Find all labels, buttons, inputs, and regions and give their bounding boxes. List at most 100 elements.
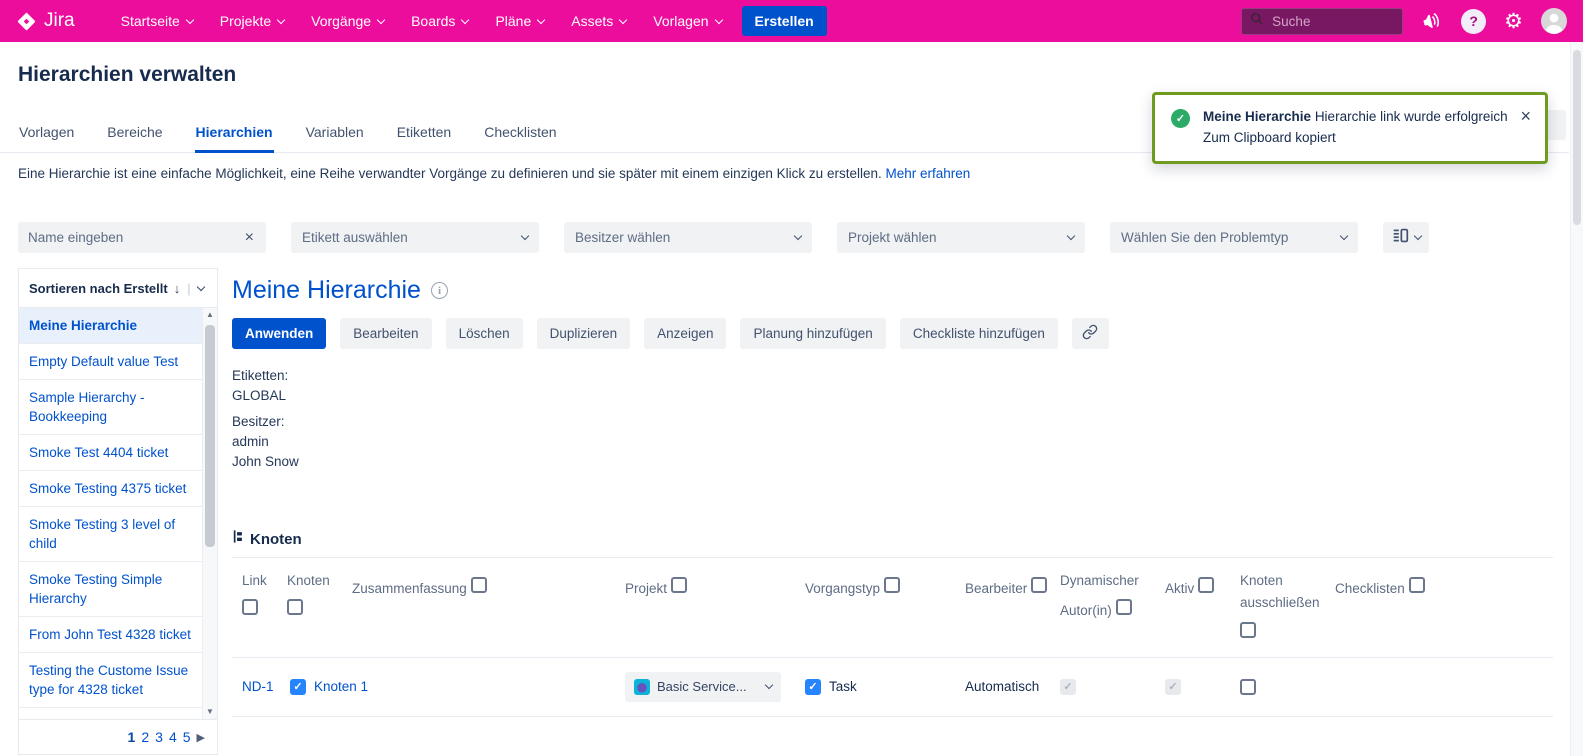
page-number[interactable]: 2 xyxy=(141,729,149,745)
project-dropdown[interactable]: Basic Service... xyxy=(625,672,781,702)
learn-more-link[interactable]: Mehr erfahren xyxy=(886,166,971,181)
nav-search-box[interactable] xyxy=(1241,8,1403,35)
exclude-all-checkbox[interactable] xyxy=(471,577,487,593)
gear-icon[interactable]: ⚙ xyxy=(1504,11,1523,32)
page-number[interactable]: 5 xyxy=(183,729,191,745)
tab[interactable]: Etiketten xyxy=(396,116,452,153)
filter-select[interactable]: Besitzer wählen xyxy=(564,222,812,253)
hierarchy-list-item[interactable]: Empty Default value Test xyxy=(19,344,202,380)
exclude-all-checkbox[interactable] xyxy=(1198,577,1214,593)
action-button[interactable]: Checkliste hinzufügen xyxy=(900,318,1058,349)
clear-icon[interactable]: × xyxy=(243,229,256,247)
project-dropdown-value: Basic Service... xyxy=(657,679,747,694)
scrollbar-thumb[interactable] xyxy=(205,325,215,547)
chevron-down-icon xyxy=(277,15,285,23)
exclude-node-checkbox[interactable] xyxy=(1240,679,1256,695)
info-icon[interactable]: i xyxy=(431,282,448,299)
exclude-all-checkbox[interactable] xyxy=(1116,599,1132,615)
issuetype-cell: ✓ Task xyxy=(805,679,965,695)
announcement-icon[interactable] xyxy=(1421,10,1443,32)
action-button-label: Duplizieren xyxy=(550,326,618,341)
help-icon[interactable]: ? xyxy=(1461,9,1486,34)
page-number-label: 4 xyxy=(169,729,177,745)
filter-select[interactable]: Wählen Sie den Problemtyp xyxy=(1110,222,1358,253)
filter-select[interactable]: Etikett auswählen xyxy=(291,222,539,253)
hierarchy-list-item[interactable]: Smoke Testing 4375 ticket xyxy=(19,471,202,507)
hierarchy-list-item[interactable]: From John Test 4328 ticket xyxy=(19,617,202,653)
exclude-all-checkbox[interactable] xyxy=(1409,577,1425,593)
hierarchy-list-item[interactable]: Sample Hierarchy - Bookkeeping xyxy=(19,380,202,435)
nav-menu-item[interactable]: Pläne xyxy=(495,13,544,29)
exclude-all-checkbox[interactable] xyxy=(884,577,900,593)
action-button-label: Anwenden xyxy=(245,326,313,341)
hierarchy-list-item[interactable]: Smoke Testing 3 level of child xyxy=(19,507,202,562)
action-button[interactable]: Anwenden xyxy=(232,318,326,349)
create-button[interactable]: Erstellen xyxy=(742,6,827,36)
hierarchy-meta: Etiketten: GLOBAL Besitzer: admin John S… xyxy=(232,366,1553,472)
tab[interactable]: Bereiche xyxy=(106,116,163,153)
nav-menu-item[interactable]: Startseite xyxy=(121,13,193,29)
jira-logo[interactable]: Jira xyxy=(16,10,75,32)
tab[interactable]: Hierarchien xyxy=(195,116,274,153)
sort-direction-icon[interactable]: ↓ xyxy=(174,281,181,296)
action-button[interactable]: Bearbeiten xyxy=(340,318,431,349)
table-column-header: Knoten xyxy=(287,570,352,623)
hierarchy-list: Meine Hierarchie Empty Default value Tes… xyxy=(19,308,202,720)
table-column-label: Vorgangstyp xyxy=(805,581,880,596)
nav-menu-item[interactable]: Vorlagen xyxy=(653,13,721,29)
hierarchy-list-item[interactable]: Meine Hierarchie xyxy=(19,308,202,344)
close-icon[interactable]: × xyxy=(1520,107,1531,125)
action-button[interactable]: Löschen xyxy=(446,318,523,349)
success-check-icon: ✓ xyxy=(1171,109,1190,128)
page-number[interactable]: 1 xyxy=(128,729,136,745)
copy-link-button[interactable] xyxy=(1072,318,1109,349)
tab[interactable]: Checklisten xyxy=(483,116,557,153)
nav-right-cluster: ? ⚙ xyxy=(1241,8,1567,35)
sidebar-scrollbar[interactable]: ▲ ▼ xyxy=(202,308,217,719)
tab-label: Variablen xyxy=(306,124,364,140)
hierarchy-detail: Meine Hierarchie i Anwenden Bearbeiten L… xyxy=(232,276,1553,717)
chevron-down-icon[interactable] xyxy=(196,282,204,290)
nav-menu-item-label: Assets xyxy=(571,13,613,29)
exclude-all-checkbox[interactable] xyxy=(1240,622,1256,638)
exclude-all-checkbox[interactable] xyxy=(242,599,258,615)
node-checkbox[interactable]: ✓ xyxy=(290,679,306,695)
page-scrollbar-thumb[interactable] xyxy=(1573,50,1581,225)
hierarchy-list-item[interactable]: Smoke Testing Simple Hierarchy xyxy=(19,562,202,617)
scroll-up-icon[interactable]: ▲ xyxy=(203,308,217,322)
scroll-down-icon[interactable]: ▼ xyxy=(203,705,217,719)
nav-menu-item[interactable]: Assets xyxy=(571,13,626,29)
name-filter-input[interactable] xyxy=(28,230,243,245)
tab[interactable]: Vorlagen xyxy=(18,116,75,153)
column-settings-button[interactable] xyxy=(1383,222,1429,253)
hierarchy-list-container: Meine Hierarchie Empty Default value Tes… xyxy=(18,308,218,720)
nav-menu-item[interactable]: Projekte xyxy=(220,13,284,29)
filter-select-value: Projekt wählen xyxy=(848,230,937,245)
exclude-all-checkbox[interactable] xyxy=(287,599,303,615)
action-button[interactable]: Anzeigen xyxy=(644,318,726,349)
nav-menu-item[interactable]: Boards xyxy=(411,13,468,29)
nav-menu-item[interactable]: Vorgänge xyxy=(311,13,384,29)
next-page-icon[interactable]: ▶ xyxy=(197,731,205,744)
hierarchy-list-item[interactable]: Smoke Test 4404 ticket xyxy=(19,435,202,471)
node-link[interactable]: ND-1 xyxy=(242,679,287,694)
filter-select-value: Etikett auswählen xyxy=(302,230,408,245)
page-number[interactable]: 4 xyxy=(169,729,177,745)
tab[interactable]: Variablen xyxy=(305,116,365,153)
sort-divider: | xyxy=(187,281,190,296)
action-button[interactable]: Duplizieren xyxy=(537,318,631,349)
page-number[interactable]: 3 xyxy=(155,729,163,745)
issuetype-label: Task xyxy=(829,679,857,694)
page-scrollbar[interactable] xyxy=(1570,42,1583,756)
node-name-link[interactable]: Knoten 1 xyxy=(314,679,368,694)
sort-header[interactable]: Sortieren nach Erstellt ↓ | xyxy=(18,268,218,308)
action-button[interactable]: Planung hinzufügen xyxy=(740,318,885,349)
search-input[interactable] xyxy=(1272,14,1382,29)
exclude-all-checkbox[interactable] xyxy=(671,577,687,593)
hierarchy-list-item[interactable]: Testing the Custome Issue type for 4328 … xyxy=(19,653,202,708)
avatar[interactable] xyxy=(1541,8,1567,34)
issuetype-checkbox[interactable]: ✓ xyxy=(805,679,821,695)
exclude-all-checkbox[interactable] xyxy=(1031,577,1047,593)
filter-select[interactable]: Projekt wählen xyxy=(837,222,1085,253)
hierarchy-list-item[interactable]: New Testing the 4328 xyxy=(19,708,202,720)
